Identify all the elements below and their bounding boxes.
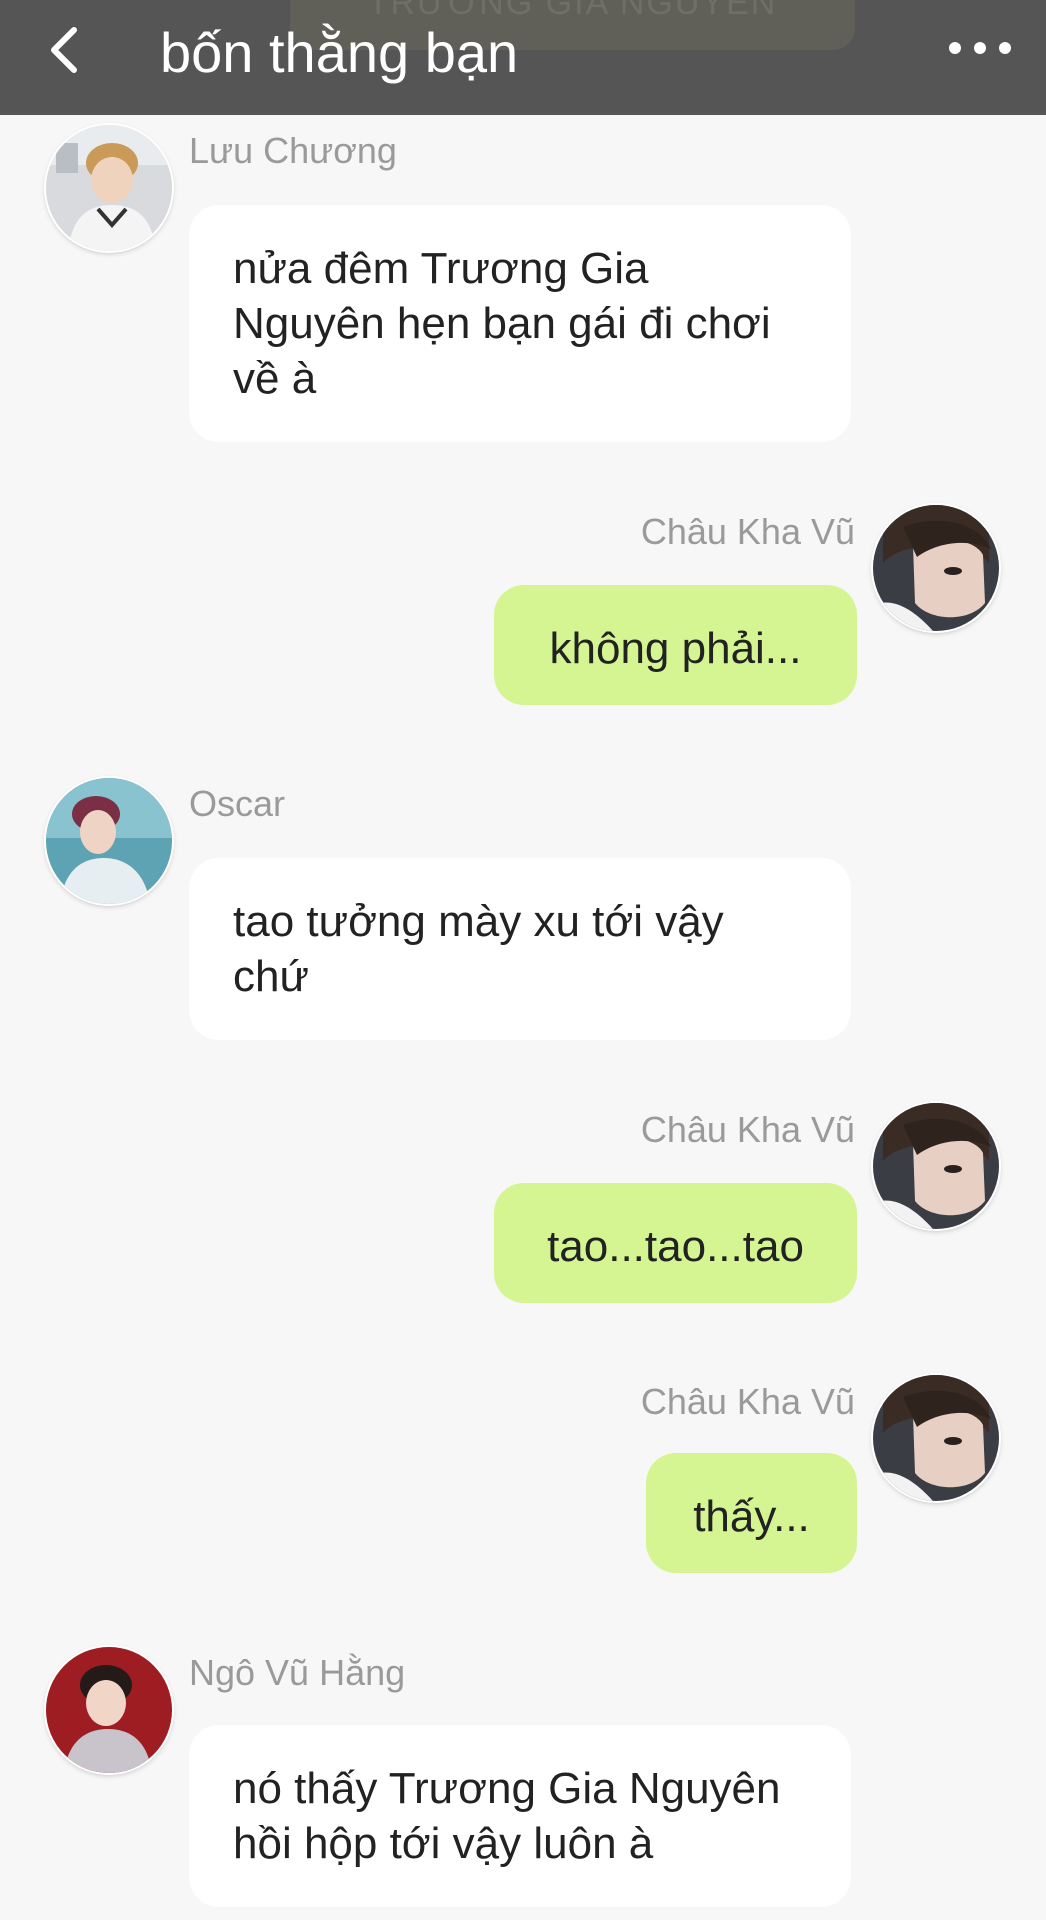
- avatar-chau-kha-vu[interactable]: [873, 1375, 999, 1501]
- sender-name: Ngô Vũ Hằng: [189, 1652, 406, 1693]
- outgoing-message-bubble[interactable]: không phải...: [494, 585, 857, 705]
- avatar-chau-kha-vu[interactable]: [873, 1103, 999, 1229]
- incoming-message-bubble[interactable]: tao tưởng mày xu tới vậy chứ: [189, 858, 851, 1040]
- chat-header: TRƯƠNG GIA NGUYÊN bốn thằng bạn: [0, 0, 1046, 115]
- more-horizontal-icon[interactable]: [945, 25, 1015, 70]
- incoming-message-bubble[interactable]: nó thấy Trương Gia Nguyên hồi hộp tới vậ…: [189, 1725, 851, 1907]
- outgoing-message-bubble[interactable]: thấy...: [646, 1453, 857, 1573]
- sender-name: Lưu Chương: [189, 130, 397, 171]
- sender-name: Châu Kha Vũ: [640, 1109, 855, 1150]
- avatar-ngo-vu-hang[interactable]: [46, 1647, 172, 1773]
- avatar-luu-chuong[interactable]: [46, 125, 172, 251]
- sender-name: Châu Kha Vũ: [640, 1381, 855, 1422]
- avatar-chau-kha-vu[interactable]: [873, 505, 999, 631]
- avatar-oscar[interactable]: [46, 778, 172, 904]
- incoming-message-bubble[interactable]: nửa đêm Trương Gia Nguyên hẹn bạn gái đi…: [189, 205, 851, 442]
- sender-name: Oscar: [189, 783, 286, 824]
- back-arrow-icon[interactable]: [38, 20, 98, 80]
- outgoing-message-bubble[interactable]: tao...tao...tao: [494, 1183, 857, 1303]
- sender-name: Châu Kha Vũ: [640, 511, 855, 552]
- chat-title: bốn thằng bạn: [160, 21, 519, 84]
